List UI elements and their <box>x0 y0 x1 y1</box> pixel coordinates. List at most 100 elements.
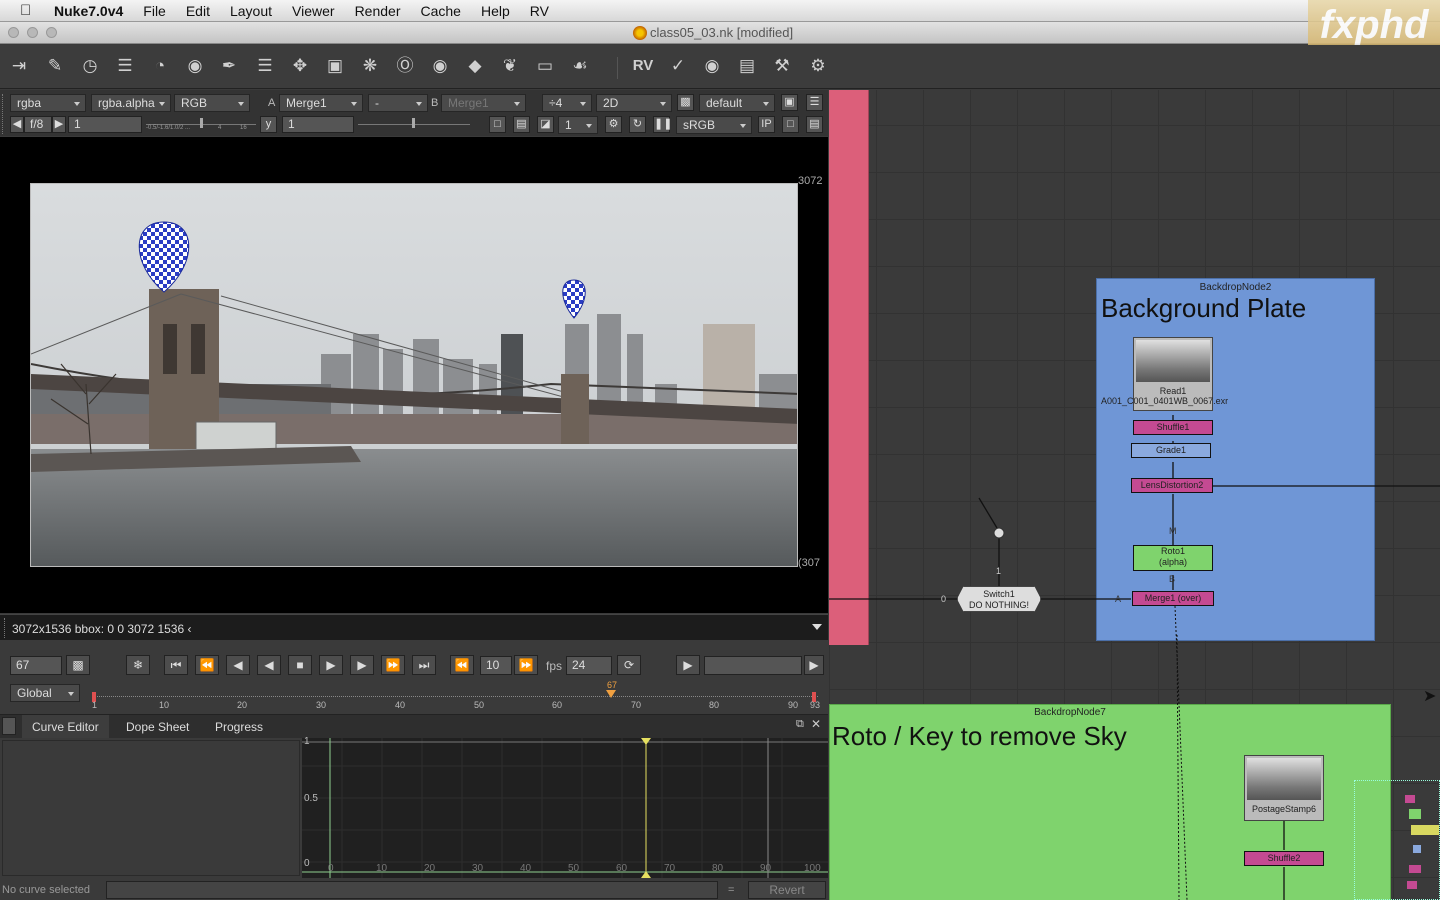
offscreen-nodes-cluster[interactable] <box>1354 780 1440 900</box>
wrench-icon[interactable]: ⚒ <box>771 55 793 77</box>
menu-layout[interactable]: Layout <box>230 0 272 22</box>
panel-menu-icon[interactable] <box>2 717 16 735</box>
rv-export-icon[interactable]: ▤ <box>736 55 758 77</box>
tab-dope-sheet[interactable]: Dope Sheet <box>116 715 199 739</box>
float-panel-icon[interactable]: ⧉ <box>796 718 804 731</box>
viewer-panel[interactable]: 3072 (307 <box>0 137 828 613</box>
merge-icon[interactable]: ☰ <box>254 55 276 77</box>
rv-view-icon[interactable]: ◉ <box>701 55 723 77</box>
gain-slider[interactable]: -0.5/-1.6/1.0/2 ... 4 16 <box>146 118 256 132</box>
update-icon[interactable]: ↻ <box>629 116 646 133</box>
node-graph[interactable]: BackdropNode2 Background Plate BackdropN… <box>829 90 1440 900</box>
checkmark-icon[interactable]: ✓ <box>667 55 689 77</box>
viewer-menu-icon[interactable]: ☰ <box>806 94 823 111</box>
clipping-icon[interactable]: □ <box>782 116 799 133</box>
fstop-field[interactable]: f/8 <box>24 116 52 133</box>
proxy-icon[interactable]: ◪ <box>537 116 554 133</box>
wipe-mode-dropdown[interactable]: - <box>368 94 428 112</box>
gain-field[interactable]: 1 <box>68 116 142 133</box>
lock-range-icon[interactable]: ▩ <box>66 655 90 675</box>
play-forward-button[interactable]: ▶ <box>319 655 343 675</box>
other-icon[interactable]: ▭ <box>534 55 556 77</box>
curve-graph[interactable]: 1 0.5 0 0 10 20 30 40 50 60 70 80 90 100 <box>302 736 828 878</box>
keyer-icon[interactable]: ✒ <box>218 55 240 77</box>
safe-area-icon[interactable]: ▤ <box>513 116 530 133</box>
filter-icon[interactable]: ◉ <box>184 55 206 77</box>
fps-field[interactable]: 24 <box>566 656 612 675</box>
views-icon[interactable]: ◉ <box>429 55 451 77</box>
menu-rv[interactable]: RV <box>530 0 549 22</box>
stop-button[interactable]: ■ <box>288 655 312 675</box>
skip-forward-button[interactable]: ⏩ <box>514 655 538 675</box>
particles-icon[interactable]: ❋ <box>359 55 381 77</box>
lensdistortion2-node[interactable]: LensDistortion2 <box>1131 478 1213 493</box>
gamma-field[interactable]: 1 <box>282 116 354 133</box>
info-expand-icon[interactable] <box>812 624 822 630</box>
display-channel-dropdown[interactable]: RGB <box>174 94 250 112</box>
roto1-node[interactable]: Roto1 (alpha) <box>1133 545 1213 571</box>
time-icon[interactable]: ◷ <box>79 55 101 77</box>
range-mode-dropdown[interactable]: Global <box>10 684 80 702</box>
expression-field[interactable] <box>106 881 718 899</box>
menu-app-name[interactable]: Nuke7.0v4 <box>54 0 123 22</box>
overscan-icon[interactable]: □ <box>489 116 506 133</box>
next-keyframe-button[interactable]: ⏩ <box>381 655 405 675</box>
revert-button[interactable]: Revert <box>748 881 826 899</box>
alpha-channel-dropdown[interactable]: rgba.alpha <box>91 94 171 112</box>
gear-icon[interactable]: ⚙ <box>807 55 829 77</box>
toolsets-icon[interactable]: ❦ <box>499 55 521 77</box>
lut-dropdown[interactable]: default <box>699 94 775 112</box>
close-panel-icon[interactable]: ✕ <box>811 717 821 731</box>
close-window-button[interactable] <box>8 27 19 38</box>
step-back-button[interactable]: ◀ <box>226 655 250 675</box>
shuffle2-node[interactable]: Shuffle2 <box>1244 851 1324 866</box>
fstop-decrement-button[interactable]: ◀ <box>10 116 24 133</box>
paint-icon[interactable]: ✎ <box>44 55 66 77</box>
channel-icon[interactable]: ☰ <box>114 55 136 77</box>
view-mode-dropdown[interactable]: 2D <box>596 94 672 112</box>
lock-icon[interactable]: ▩ <box>677 94 694 111</box>
frame-increment-field[interactable]: 10 <box>480 656 512 675</box>
current-frame-marker[interactable] <box>606 690 616 698</box>
current-frame-field[interactable]: 67 <box>10 656 62 675</box>
zoom-window-button[interactable] <box>46 27 57 38</box>
snowflake-icon[interactable]: ❄ <box>126 655 150 675</box>
playback-range-field[interactable] <box>704 656 802 675</box>
switch1-node[interactable]: Switch1 DO NOTHING! <box>957 586 1041 612</box>
menu-help[interactable]: Help <box>481 0 510 22</box>
color-icon[interactable]: ◔ <box>149 55 171 77</box>
last-frame-button[interactable]: ⏭ <box>412 655 436 675</box>
loop-mode-icon[interactable]: ⟳ <box>617 655 641 675</box>
furnace-icon[interactable]: ☙ <box>569 55 591 77</box>
curve-tree[interactable] <box>2 740 300 876</box>
postage-stamp-node[interactable]: PostageStamp6 <box>1244 755 1324 821</box>
fstop-increment-button[interactable]: ▶ <box>52 116 66 133</box>
prev-keyframe-button[interactable]: ⏪ <box>195 655 219 675</box>
menu-edit[interactable]: Edit <box>186 0 210 22</box>
apple-icon[interactable]:  <box>20 2 40 19</box>
input-b-dropdown[interactable]: Merge1 <box>441 94 526 112</box>
refresh-icon[interactable]: ⚙ <box>605 116 622 133</box>
step-forward-button[interactable]: ▶ <box>350 655 374 675</box>
proxy-scale-dropdown[interactable]: 1 <box>558 116 598 134</box>
channels-dropdown[interactable]: rgba <box>10 94 86 112</box>
flipbook-icon[interactable]: ▶ <box>676 655 700 675</box>
merge1-node[interactable]: Merge1 (over) <box>1132 591 1214 606</box>
import-icon[interactable]: ⇥ <box>8 55 30 77</box>
menu-file[interactable]: File <box>143 0 166 22</box>
rv-button[interactable]: RV <box>628 55 658 77</box>
menu-render[interactable]: Render <box>355 0 401 22</box>
first-frame-button[interactable]: ⏮ <box>164 655 188 675</box>
skip-back-button[interactable]: ⏪ <box>450 655 474 675</box>
zebra-icon[interactable]: ▤ <box>806 116 823 133</box>
transform-icon[interactable]: ✥ <box>289 55 311 77</box>
play-backward-button[interactable]: ◀ <box>257 655 281 675</box>
tab-curve-editor[interactable]: Curve Editor <box>22 715 109 739</box>
deep-icon[interactable]: Ⓞ <box>394 55 416 77</box>
3d-icon[interactable]: ▣ <box>324 55 346 77</box>
tab-progress[interactable]: Progress <box>205 715 273 739</box>
downscale-dropdown[interactable]: ÷4 <box>542 94 592 112</box>
minimize-window-button[interactable] <box>27 27 38 38</box>
input-process-button[interactable]: IP <box>758 116 775 133</box>
grade1-node[interactable]: Grade1 <box>1131 443 1211 458</box>
